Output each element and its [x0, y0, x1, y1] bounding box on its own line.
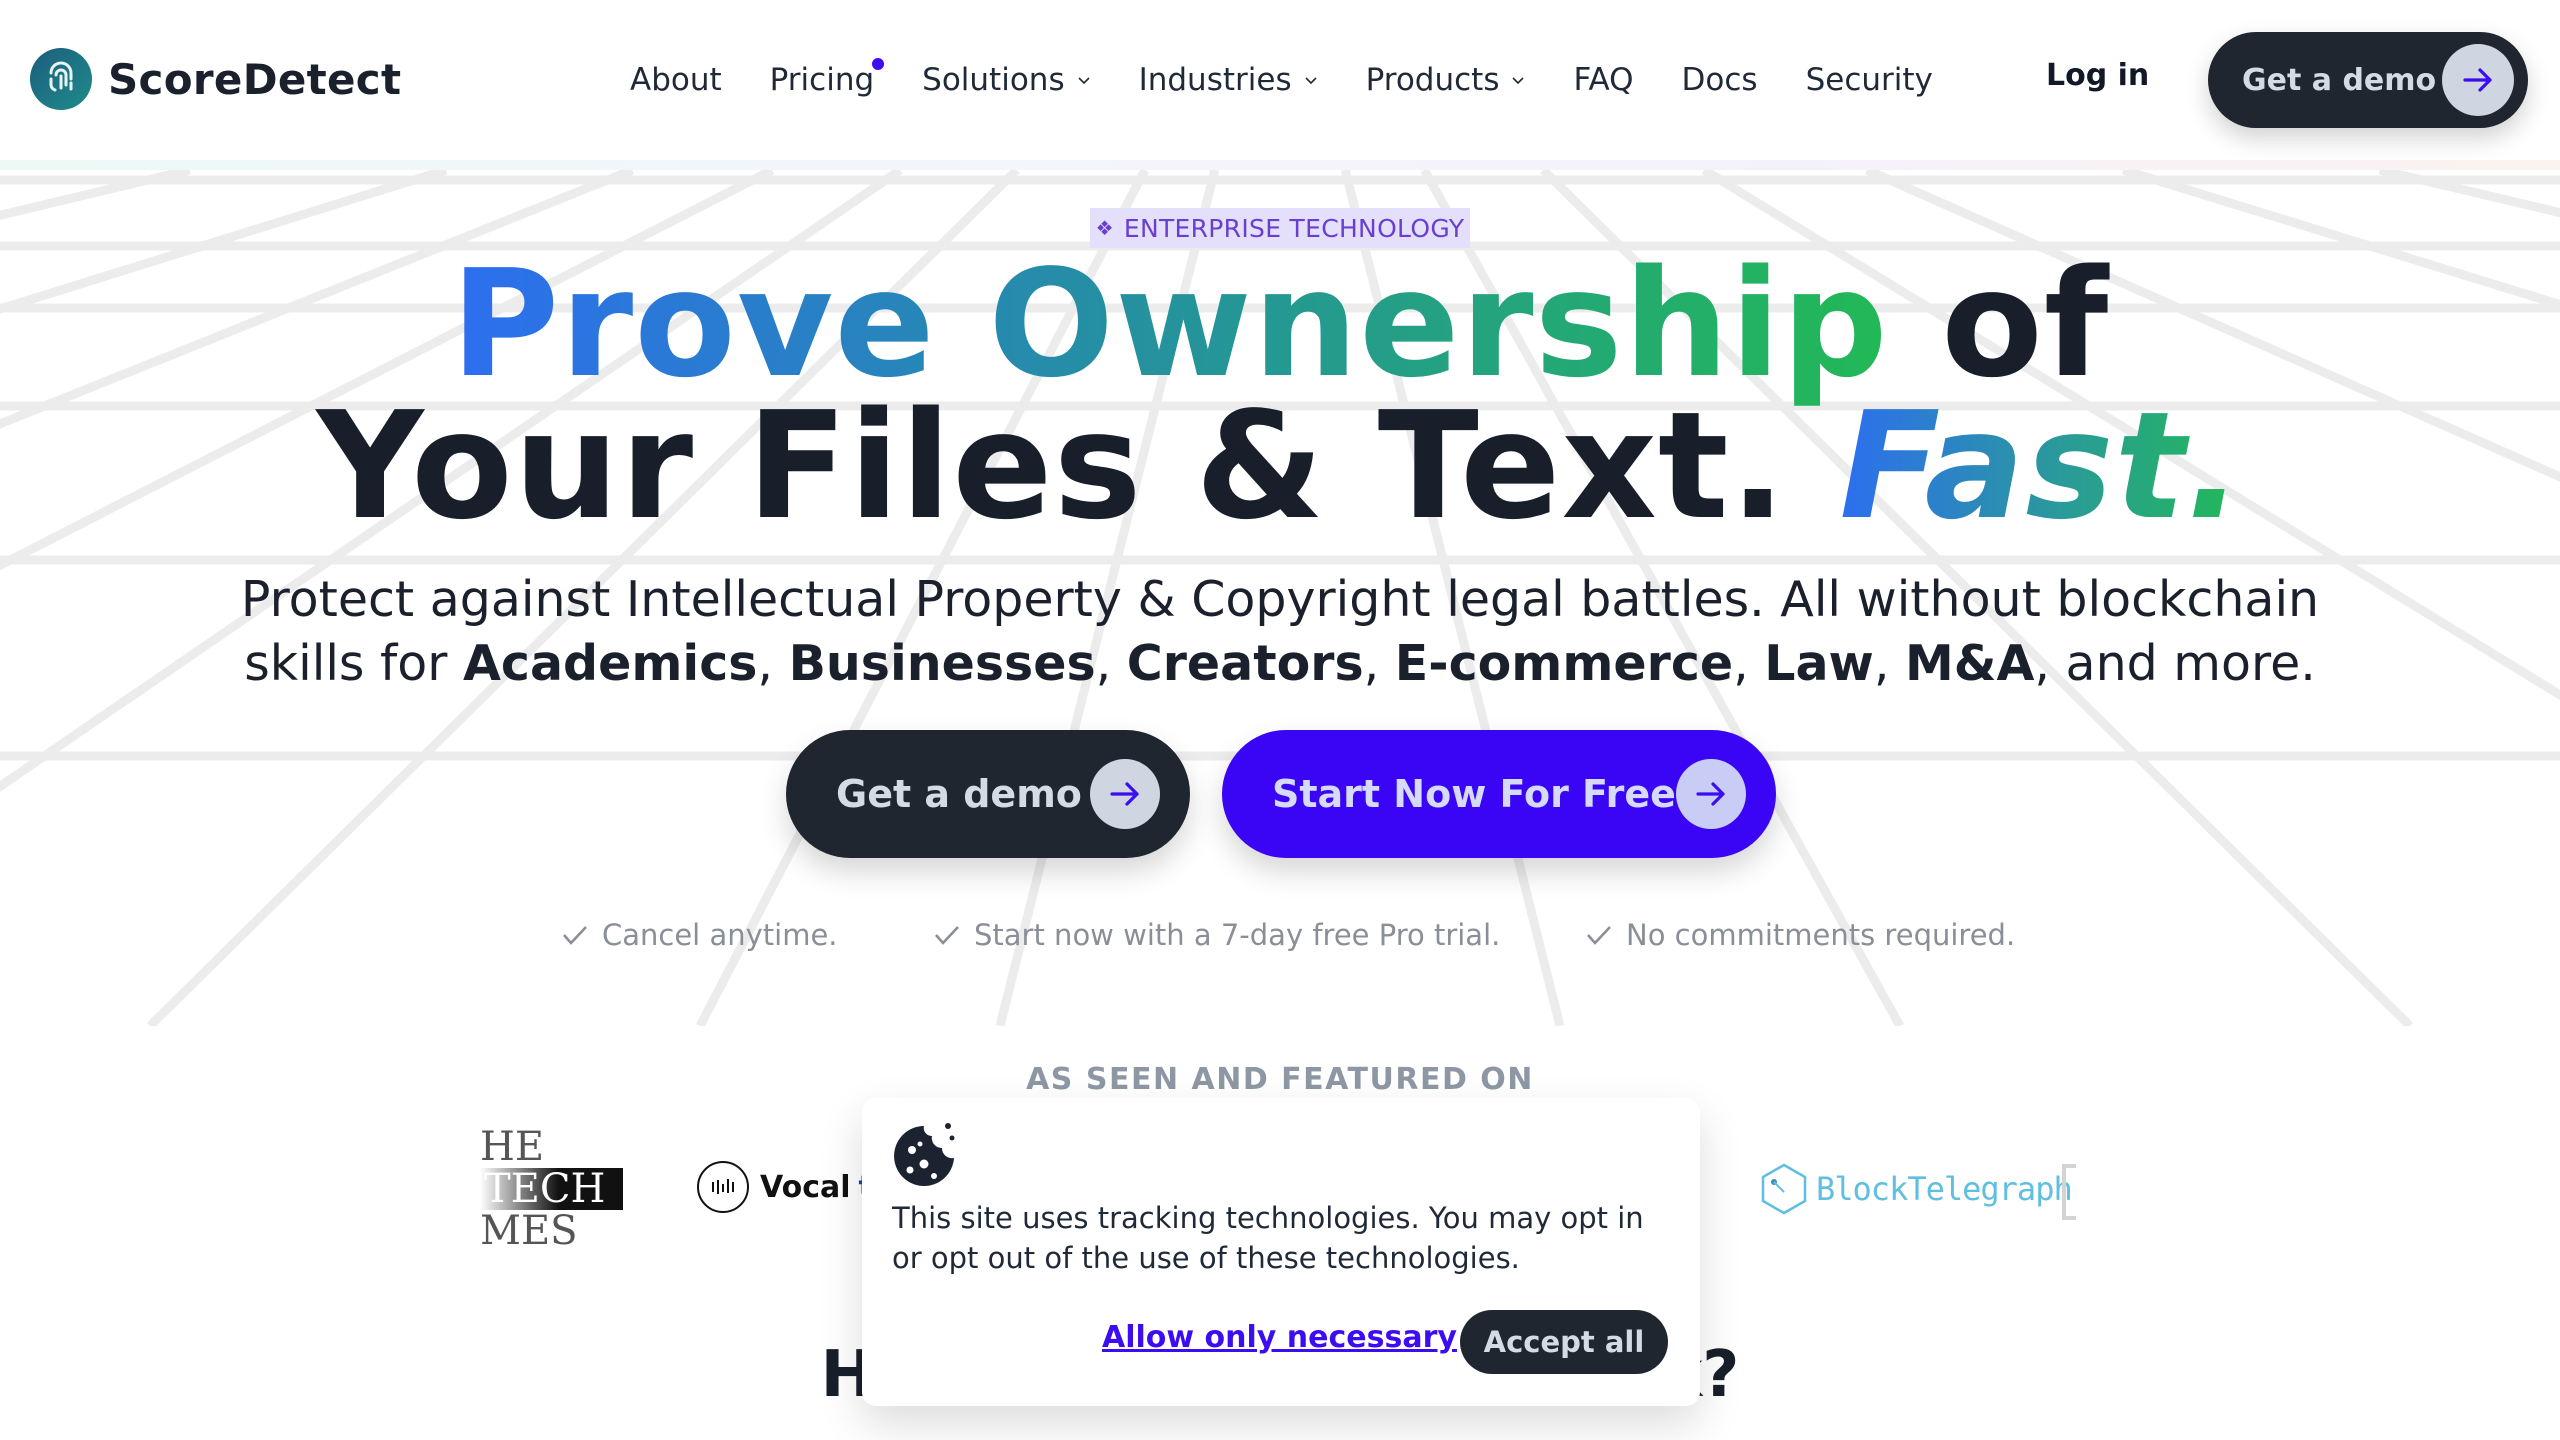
nav-security[interactable]: Security: [1806, 62, 1933, 98]
main-nav: About Pricing Solutions Industries Produ…: [630, 52, 1981, 108]
nav-label: About: [630, 62, 722, 98]
allow-necessary-link[interactable]: Allow only necessary: [1102, 1320, 1457, 1355]
nav-label: Industries: [1138, 62, 1292, 98]
hero-title-line2: Your Files & Text. Fast.: [0, 392, 2560, 540]
button-label: Start Now For Free: [1272, 772, 1676, 816]
brand-logo[interactable]: ScoreDetect: [30, 48, 401, 110]
cookie-message: This site uses tracking technologies. Yo…: [892, 1201, 1644, 1275]
nav-label: Pricing: [769, 62, 875, 98]
nav-label: Solutions: [922, 62, 1065, 98]
nav-pricing[interactable]: Pricing: [769, 58, 885, 98]
nav-label: FAQ: [1573, 62, 1634, 98]
arrow-right-icon: [1676, 759, 1746, 829]
check-item: Cancel anytime.: [560, 918, 838, 952]
nav-label: Products: [1365, 62, 1500, 98]
title-highlight-fast: Fast.: [1839, 380, 2244, 552]
check-label: No commitments required.: [1626, 918, 2016, 952]
sound-wave-icon: [697, 1161, 749, 1213]
login-link[interactable]: Log in: [2046, 58, 2149, 93]
hero-get-demo-button[interactable]: Get a demo: [786, 730, 1190, 858]
brand-name: ScoreDetect: [108, 54, 402, 104]
button-label: Get a demo: [2242, 62, 2437, 98]
logo-text: MES: [480, 1208, 578, 1254]
subtitle-line2: skills for Academics, Businesses, Creato…: [244, 635, 2316, 692]
nav-about[interactable]: About: [630, 62, 722, 98]
subtitle-suffix: , and more.: [2034, 635, 2316, 692]
audience-law: Law: [1764, 635, 1874, 692]
checkmark-icon: [1587, 926, 1611, 945]
start-free-button[interactable]: Start Now For Free: [1222, 730, 1776, 858]
checkmark-icon: [563, 926, 587, 945]
arrow-right-icon: [2442, 44, 2514, 116]
check-label: Start now with a 7-day free Pro trial.: [974, 918, 1501, 952]
logo-text: HE: [480, 1124, 545, 1170]
nav-label: Security: [1805, 62, 1933, 98]
audience-academics: Academics: [463, 635, 758, 692]
logo-text: BlockTelegraph: [1816, 1170, 2073, 1208]
accept-all-button[interactable]: Accept all: [1460, 1310, 1668, 1374]
header-get-demo-button[interactable]: Get a demo: [2208, 32, 2528, 128]
header-gradient-band: [0, 160, 2560, 170]
nav-docs[interactable]: Docs: [1682, 62, 1758, 98]
check-label: Cancel anytime.: [602, 918, 838, 952]
nav-solutions[interactable]: Solutions: [922, 62, 1090, 98]
notification-dot: [872, 58, 885, 70]
logo-partial: [2062, 1164, 2076, 1220]
hero-cta-row: Get a demo Start Now For Free: [786, 730, 1776, 858]
fingerprint-icon: [30, 48, 92, 110]
logo-vocal[interactable]: Vocalt: [696, 1160, 873, 1214]
audience-businesses: Businesses: [788, 635, 1096, 692]
check-item: No commitments required.: [1584, 918, 2015, 952]
subtitle-line1: Protect against Intellectual Property & …: [240, 571, 2320, 628]
arrow-right-icon: [1090, 759, 1160, 829]
button-label: Get a demo: [836, 772, 1082, 816]
nav-label: Docs: [1681, 62, 1758, 98]
nav-industries[interactable]: Industries: [1139, 62, 1318, 98]
logo-blocktelegraph[interactable]: BlockTelegraph: [1760, 1162, 2073, 1216]
logo-text: TECH: [480, 1168, 624, 1210]
hero-subtitle: Protect against Intellectual Property & …: [0, 568, 2560, 696]
logo-text: Vocal: [760, 1169, 851, 1205]
chevron-down-icon: [1078, 77, 1090, 85]
site-header: ScoreDetect About Pricing Solutions Indu…: [0, 0, 2560, 160]
cookie-icon: [894, 1123, 955, 1186]
chevron-down-icon: [1512, 77, 1525, 85]
audience-creators: Creators: [1126, 635, 1364, 692]
nav-products[interactable]: Products: [1366, 62, 1526, 98]
featured-heading: AS SEEN AND FEATURED ON: [1026, 1062, 1534, 1097]
title-text: Your Files & Text.: [316, 380, 1840, 552]
hero-title-line1: Prove Ownership of: [0, 250, 2560, 398]
audience-ecommerce: E-commerce: [1394, 635, 1734, 692]
audience-ma: M&A: [1904, 635, 2035, 692]
cookie-consent-banner: This site uses tracking technologies. Yo…: [862, 1098, 1700, 1406]
subtitle-prefix: skills for: [244, 635, 463, 692]
check-item: Start now with a 7-day free Pro trial.: [932, 918, 1500, 952]
hexagon-icon: [1761, 1163, 1807, 1215]
nav-faq[interactable]: FAQ: [1573, 62, 1633, 98]
logo-techtimes[interactable]: HE TECH MES: [480, 1126, 630, 1256]
checkmark-icon: [935, 926, 959, 945]
diamond-icon: ❖: [1095, 216, 1114, 240]
chevron-down-icon: [1305, 77, 1317, 85]
